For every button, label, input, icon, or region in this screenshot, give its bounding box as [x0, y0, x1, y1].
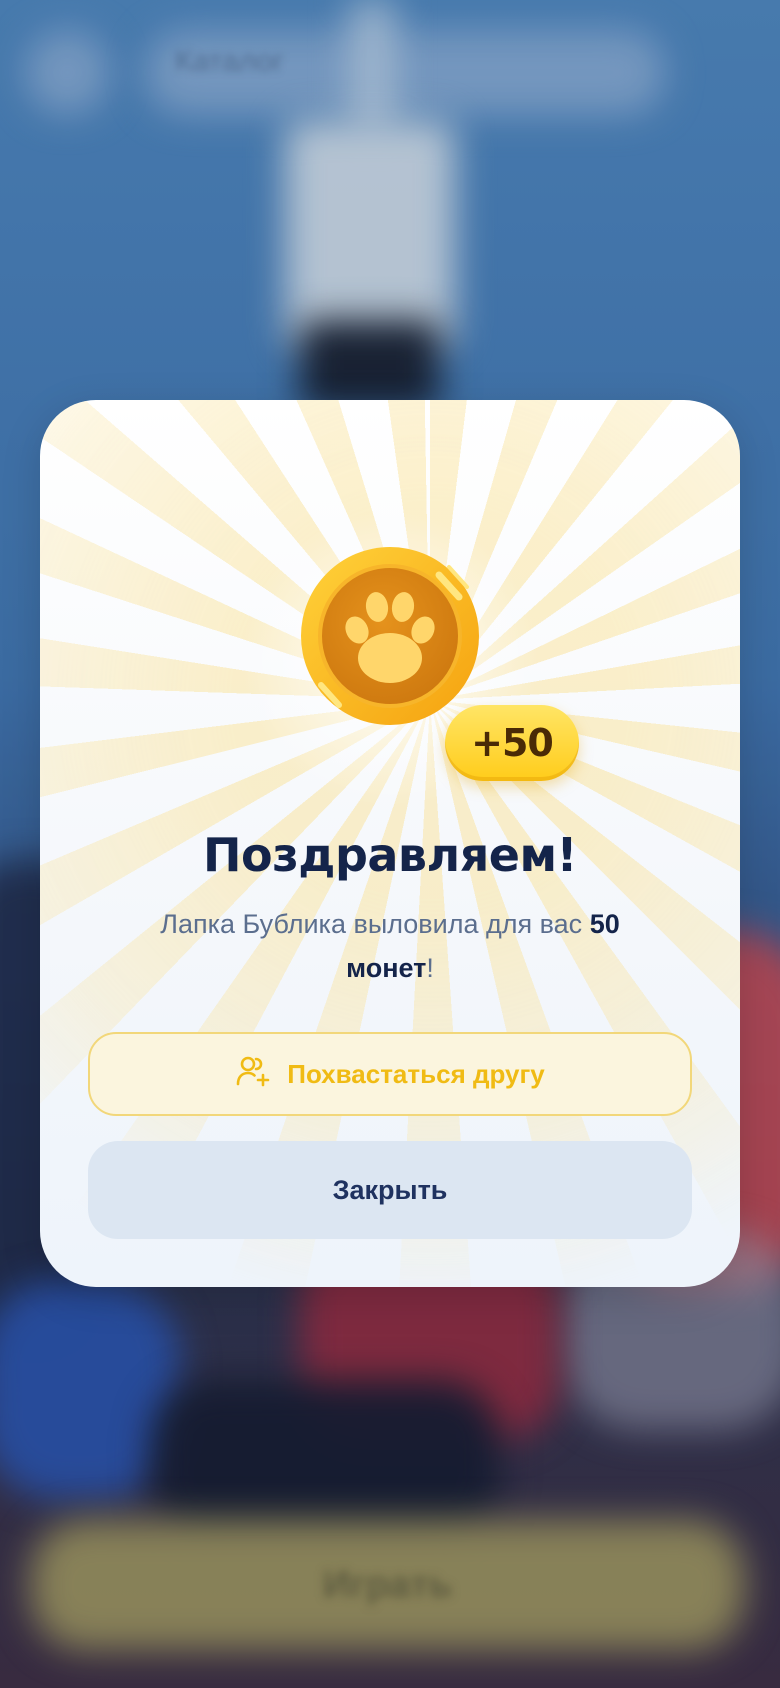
share-with-friend-button[interactable]: Похвастаться другу [88, 1032, 692, 1116]
message-text: Лапка Бублика выловила для вас [160, 909, 590, 939]
message-suffix: ! [426, 953, 434, 983]
add-friend-icon [235, 1053, 271, 1096]
close-button-label: Закрыть [332, 1174, 448, 1205]
reward-modal: +50 Поздравляем! Лапка Бублика выловила … [40, 400, 740, 1287]
message-amount: 50 [589, 909, 620, 939]
share-button-label: Похвастаться другу [287, 1058, 545, 1089]
paw-coin-icon [299, 545, 481, 727]
message-unit: монет [346, 953, 427, 983]
reward-amount-badge: +50 [445, 705, 579, 781]
close-button[interactable]: Закрыть [88, 1141, 692, 1239]
modal-title: Поздравляем! [202, 828, 578, 882]
modal-message: Лапка Бублика выловила для вас 50 монет! [110, 902, 670, 990]
